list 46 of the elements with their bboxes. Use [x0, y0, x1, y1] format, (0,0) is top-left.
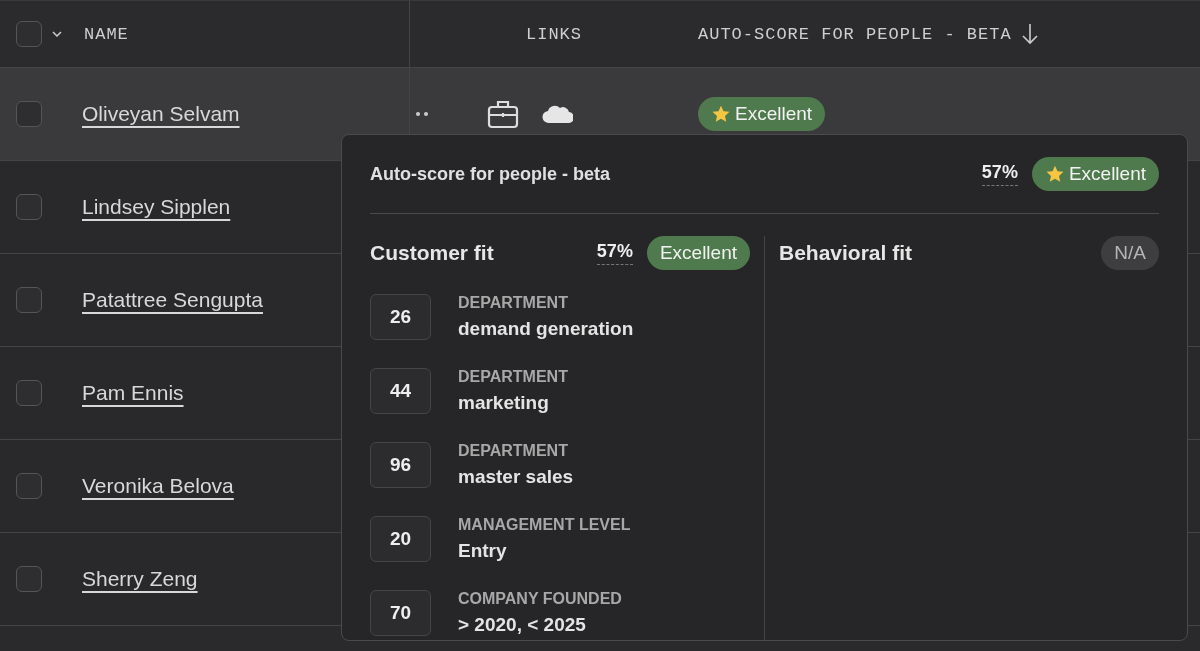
factor-score: 20	[370, 516, 431, 562]
factor-value: Entry	[458, 540, 508, 562]
factor-score: 96	[370, 442, 431, 488]
row-checkbox[interactable]	[16, 473, 42, 499]
factor-label: DEPARTMENT	[458, 368, 568, 386]
row-checkbox[interactable]	[16, 101, 42, 127]
cloud-icon[interactable]	[541, 103, 573, 125]
person-name-link[interactable]: Pam Ennis	[82, 381, 184, 405]
factor-score: 44	[370, 368, 431, 414]
score-badge: Excellent	[698, 97, 826, 131]
star-icon	[1044, 164, 1065, 184]
row-checkbox[interactable]	[16, 194, 42, 220]
factor-label: DEPARTMENT	[458, 442, 569, 460]
score-badge: Excellent	[646, 236, 750, 270]
person-name-link[interactable]: Lindsey Sipplen	[82, 195, 231, 219]
factor-label: COMPANY FOUNDED	[458, 590, 622, 608]
person-name-link[interactable]: Oliveyan Selvam	[82, 102, 240, 126]
row-checkbox[interactable]	[16, 566, 42, 592]
chevron-down-icon[interactable]	[52, 31, 62, 37]
table-row[interactable]: Oliveyan Selvam	[0, 68, 410, 161]
factor-label: MANAGEMENT LEVEL	[458, 516, 631, 534]
score-badge: Excellent	[1031, 157, 1159, 191]
sort-arrow-icon[interactable]	[1021, 23, 1038, 45]
person-name-link[interactable]: Sherry Zeng	[82, 567, 198, 591]
star-icon	[711, 104, 731, 124]
score-badge: N/A	[1101, 236, 1159, 270]
factor-value: demand generation	[458, 318, 634, 340]
column-header[interactable]: AUTO-SCORE FOR PEOPLE - BETA	[698, 24, 1012, 44]
briefcase-icon[interactable]	[487, 99, 519, 129]
row-checkbox[interactable]	[16, 380, 42, 406]
select-all-checkbox[interactable]	[16, 21, 42, 47]
column-header[interactable]: LINKS	[526, 24, 582, 44]
more-dots-icon[interactable]	[415, 111, 429, 117]
person-name-link[interactable]: Patattree Sengupta	[82, 288, 263, 312]
factor-value: > 2020, < 2025	[458, 614, 587, 636]
score-percent[interactable]: 57%	[981, 162, 1018, 186]
factor-score: 26	[370, 294, 431, 340]
factor-score: 70	[370, 590, 431, 636]
factor-value: master sales	[458, 466, 574, 488]
row-checkbox[interactable]	[16, 287, 42, 313]
section-title: Behavioral fit	[779, 241, 913, 265]
person-name-link[interactable]: Veronika Belova	[82, 474, 234, 498]
column-header[interactable]: NAME	[84, 24, 129, 44]
score-percent[interactable]: 57%	[596, 241, 633, 265]
factor-value: marketing	[458, 392, 550, 414]
factor-label: DEPARTMENT	[458, 294, 569, 312]
